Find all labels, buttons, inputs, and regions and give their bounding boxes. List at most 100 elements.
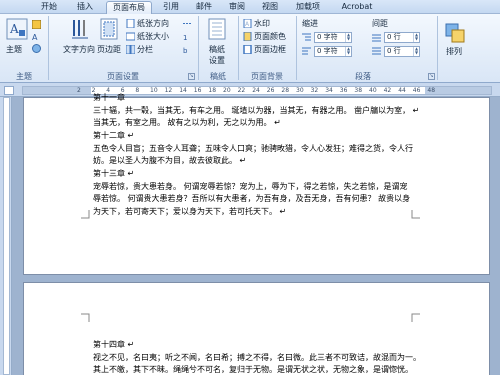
vertical-ruler-track [3, 97, 10, 375]
watermark-button[interactable]: 水印 [254, 18, 270, 29]
page-borders-icon[interactable] [243, 44, 252, 55]
text-direction-icon [72, 20, 88, 39]
arrange-label: 排列 [446, 47, 462, 56]
word-window: 开始 插入 页面布局 引用 邮件 审阅 视图 加载项 Acrobat A A 主… [0, 0, 500, 375]
draft-paper-button[interactable] [207, 18, 227, 40]
text-direction-label: 文字方向 [63, 45, 95, 54]
body-line: 妨。是以圣人为腹不为目，故去彼取此。 ↵ [93, 156, 247, 165]
ruler-number: 2 [77, 87, 81, 94]
tab-add-ins[interactable]: 加载项 [291, 1, 325, 14]
breaks-icon[interactable] [183, 19, 192, 28]
draft-paper-group-label: 稿纸 [210, 72, 226, 81]
orientation-button[interactable]: 纸张方向 [137, 18, 169, 29]
svg-text:b: b [183, 47, 188, 54]
margins-icon [100, 18, 118, 40]
ribbon: A A 主题 主题 文字方向 页边距 纸张方向 纸张大小 分栏 1 b 页面设置… [0, 14, 500, 83]
ruler-number: 12 [164, 87, 173, 94]
body-line: 当其无，有室之用。 故有之以为利，无之以为用。 ↵ [93, 118, 281, 127]
spacing-after-icon [372, 47, 381, 56]
spacing-after-input[interactable]: 0 行 ▲ ▼ [384, 46, 420, 57]
indent-left-icon [302, 33, 311, 42]
spacing-before-input[interactable]: 0 行 ▲ ▼ [384, 32, 420, 43]
document-page[interactable]: 第十一章 三十辐，共一毂，当其无，有车之用。 埏埴以为器，当其无，有器之用。 凿… [23, 93, 490, 275]
crop-mark-icon [411, 210, 420, 219]
theme-fonts-icon[interactable]: A [32, 32, 41, 42]
draft-paper-label-2: 设置 [209, 56, 225, 65]
ruler-number: 38 [354, 87, 363, 94]
crop-mark-icon [411, 313, 420, 322]
theme-effects-icon[interactable] [32, 44, 41, 53]
ruler-number: 30 [296, 87, 304, 94]
indent-right-input[interactable]: 0 字符 ▲ ▼ [314, 46, 352, 57]
margins-label: 页边距 [97, 45, 121, 54]
ruler-number: 28 [281, 87, 290, 94]
arrange-icon [445, 23, 465, 43]
tab-selector-icon[interactable] [4, 86, 14, 95]
group-separator [437, 16, 438, 80]
body-line: 三十辐，共一毂，当其无，有车之用。 埏埴以为器，当其无，有器之用。 凿户牖以为室… [93, 106, 420, 115]
ruler-number: 10 [150, 87, 158, 94]
themes-icon: A [6, 18, 28, 40]
tab-insert[interactable]: 插入 [70, 1, 100, 14]
margins-button[interactable] [100, 18, 118, 40]
group-separator [198, 16, 199, 80]
theme-colors-icon[interactable] [31, 19, 42, 30]
crop-mark-icon [81, 210, 90, 219]
indent-left-input[interactable]: 0 字符 ▲ ▼ [314, 32, 352, 43]
page-color-icon[interactable] [243, 31, 252, 42]
body-line: 五色令人目盲；五音令人耳聋；五味令人口爽；驰骋畋猎，令人心发狂；难得之货，令人行 [93, 144, 413, 153]
chapter-heading: 第十三章 ↵ [93, 169, 135, 178]
ruler-number: 42 [383, 87, 392, 94]
line-numbers-icon[interactable]: 1 [183, 32, 192, 42]
page-color-button[interactable]: 页面颜色 [254, 31, 286, 42]
tab-references[interactable]: 引用 [157, 1, 185, 14]
tab-review[interactable]: 审阅 [224, 1, 250, 14]
document-page[interactable]: 第十四章 ↵ 视之不见，名曰夷；听之不闻，名曰希；搏之不得，名曰微。此三者不可致… [23, 282, 490, 375]
ruler-number: 34 [325, 87, 333, 94]
page-setup-group-label: 页面设置 [107, 72, 139, 81]
chapter-heading: 第十二章 ↵ [93, 131, 135, 140]
paper-size-icon[interactable] [125, 32, 136, 41]
body-line: 其上不皦，其下不昧。绳绳兮不可名，复归于无物。是谓无状之状，无物之象，是谓惚恍。 [93, 365, 413, 374]
spacing-before-icon [372, 33, 381, 42]
body-line: 为天下，若可寄天下；爱以身为天下，若可托天下。 ↵ [93, 207, 287, 216]
tab-mailings[interactable]: 邮件 [191, 1, 217, 14]
ruler-number: 32 [310, 87, 319, 94]
tab-view[interactable]: 视图 [257, 1, 283, 14]
page-setup-launcher[interactable]: ↘ [188, 73, 195, 80]
svg-text:A: A [9, 22, 19, 36]
text-direction-button[interactable] [70, 18, 90, 40]
ruler-number: 24 [252, 87, 260, 94]
columns-button[interactable]: 分栏 [137, 44, 153, 55]
indent-label: 缩进 [302, 19, 318, 28]
page-background-group-label: 页面背景 [251, 72, 283, 81]
ruler-number: 8 [135, 87, 140, 94]
chapter-heading: 第十四章 ↵ [93, 340, 135, 349]
tab-acrobat[interactable]: Acrobat [336, 1, 378, 14]
draft-paper-icon [208, 18, 226, 40]
ruler-number: 20 [223, 87, 231, 94]
themes-button[interactable]: A [6, 18, 28, 40]
ruler-number: 16 [193, 87, 202, 94]
orientation-icon[interactable] [126, 18, 135, 29]
paper-size-button[interactable]: 纸张大小 [137, 31, 169, 42]
paragraph-launcher[interactable]: ↘ [428, 73, 435, 80]
arrange-button[interactable] [444, 22, 466, 44]
themes-group-label: 主题 [16, 72, 32, 81]
themes-button-label: 主题 [6, 45, 22, 54]
ruler-number: 48 [427, 87, 436, 94]
columns-icon[interactable] [125, 44, 136, 55]
group-separator [238, 16, 239, 80]
hyphenation-icon[interactable]: b [183, 45, 192, 55]
body-line: 视之不见，名曰夷；听之不闻，名曰希；搏之不得，名曰微。此三者不可致诘，故混而为一… [93, 353, 421, 362]
paragraph-group-label: 段落 [355, 72, 371, 81]
vertical-ruler[interactable] [0, 97, 12, 375]
group-separator [296, 16, 297, 80]
ruler-number: 26 [266, 87, 275, 94]
horizontal-ruler[interactable]: 2 2 4 6 8 10 12 14 16 18 20 22 24 26 28 30 32 34 36 38 40 42 4… [0, 83, 500, 97]
tab-home[interactable]: 开始 [34, 1, 64, 14]
tab-page-layout[interactable]: 页面布局 [106, 1, 152, 14]
page-borders-button[interactable]: 页面边框 [254, 44, 286, 55]
ribbon-tab-bar: 开始 插入 页面布局 引用 邮件 审阅 视图 加载项 Acrobat [0, 0, 500, 14]
watermark-icon[interactable]: A [243, 18, 252, 29]
